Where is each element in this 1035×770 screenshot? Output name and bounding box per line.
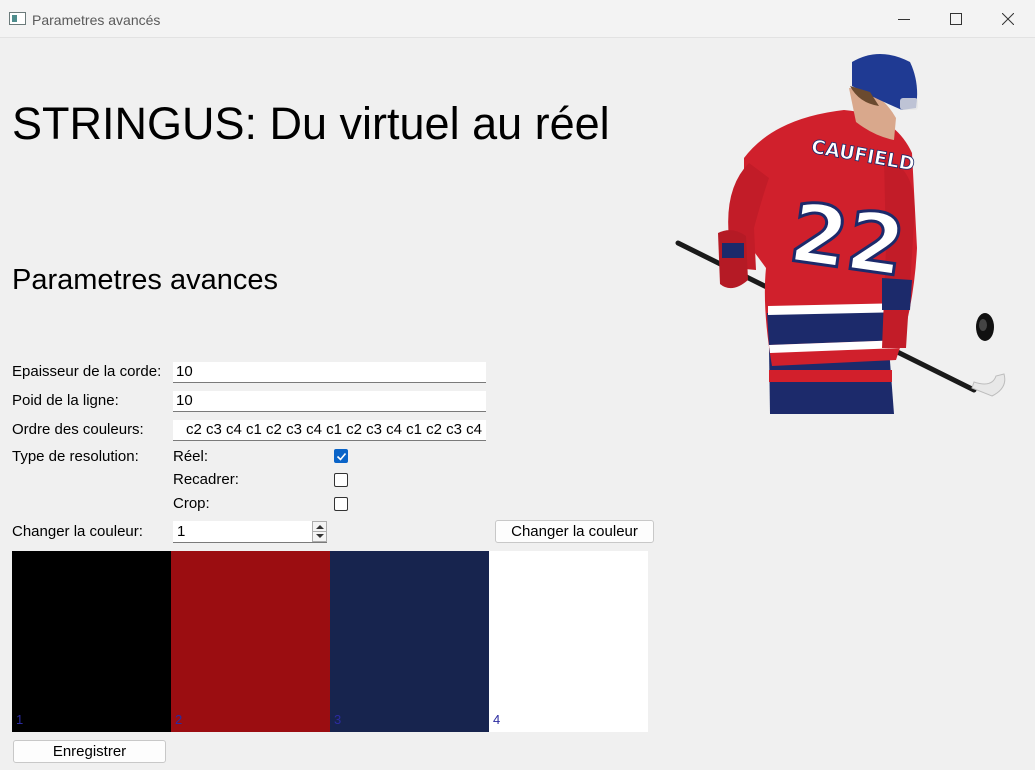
title-bar: Parametres avancés — [0, 0, 1035, 38]
page-title: STRINGUS: Du virtuel au réel — [12, 98, 610, 149]
close-icon — [1002, 13, 1014, 25]
thickness-label: Epaisseur de la corde: — [12, 363, 162, 380]
minimize-button[interactable] — [878, 0, 930, 38]
color-index-spinbox[interactable]: 1 — [173, 521, 327, 543]
color-index-value: 1 — [177, 523, 186, 540]
window-title: Parametres avancés — [32, 12, 161, 28]
weight-input[interactable]: 10 — [173, 391, 486, 412]
option-recadrer-checkbox[interactable] — [334, 473, 348, 487]
save-button[interactable]: Enregistrer — [13, 740, 166, 763]
section-title: Parametres avances — [12, 264, 278, 296]
change-color-button[interactable]: Changer la couleur — [495, 520, 654, 543]
change-color-label: Changer la couleur: — [12, 523, 143, 540]
swatch-number: 3 — [334, 712, 342, 727]
arrow-down-icon[interactable] — [316, 534, 324, 538]
swatch-number: 2 — [175, 712, 183, 727]
app-icon — [9, 12, 26, 25]
arrow-up-icon[interactable] — [316, 525, 324, 529]
maximize-button[interactable] — [930, 0, 982, 38]
jersey-number: 22 — [784, 186, 910, 296]
resolution-type-label: Type de resolution: — [12, 448, 139, 465]
thickness-input[interactable]: 10 — [173, 362, 486, 383]
close-button[interactable] — [982, 0, 1034, 38]
color-order-input[interactable]: c2 c3 c4 c1 c2 c3 c4 c1 c2 c3 c4 c1 c2 c… — [173, 420, 486, 441]
color-order-label: Ordre des couleurs: — [12, 421, 144, 438]
hockey-player-image: 22 CAUFIELD — [675, 54, 1006, 414]
option-recadrer-label: Recadrer: — [173, 471, 239, 488]
option-crop-label: Crop: — [173, 495, 210, 512]
color-swatch-1[interactable]: 1 — [12, 551, 171, 732]
spin-arrows[interactable] — [312, 521, 327, 542]
option-reel-label: Réel: — [173, 448, 209, 465]
swatch-number: 1 — [16, 712, 24, 727]
checkmark-icon — [336, 452, 347, 461]
option-reel-checkbox[interactable] — [334, 449, 348, 463]
maximize-icon — [950, 13, 962, 25]
minimize-icon — [898, 19, 910, 20]
swatch-number: 4 — [493, 712, 501, 727]
weight-label: Poid de la ligne: — [12, 392, 119, 409]
color-swatch-4[interactable]: 4 — [489, 551, 648, 732]
color-swatch-3[interactable]: 3 — [330, 551, 489, 732]
option-crop-checkbox[interactable] — [334, 497, 348, 511]
color-swatch-2[interactable]: 2 — [171, 551, 330, 732]
